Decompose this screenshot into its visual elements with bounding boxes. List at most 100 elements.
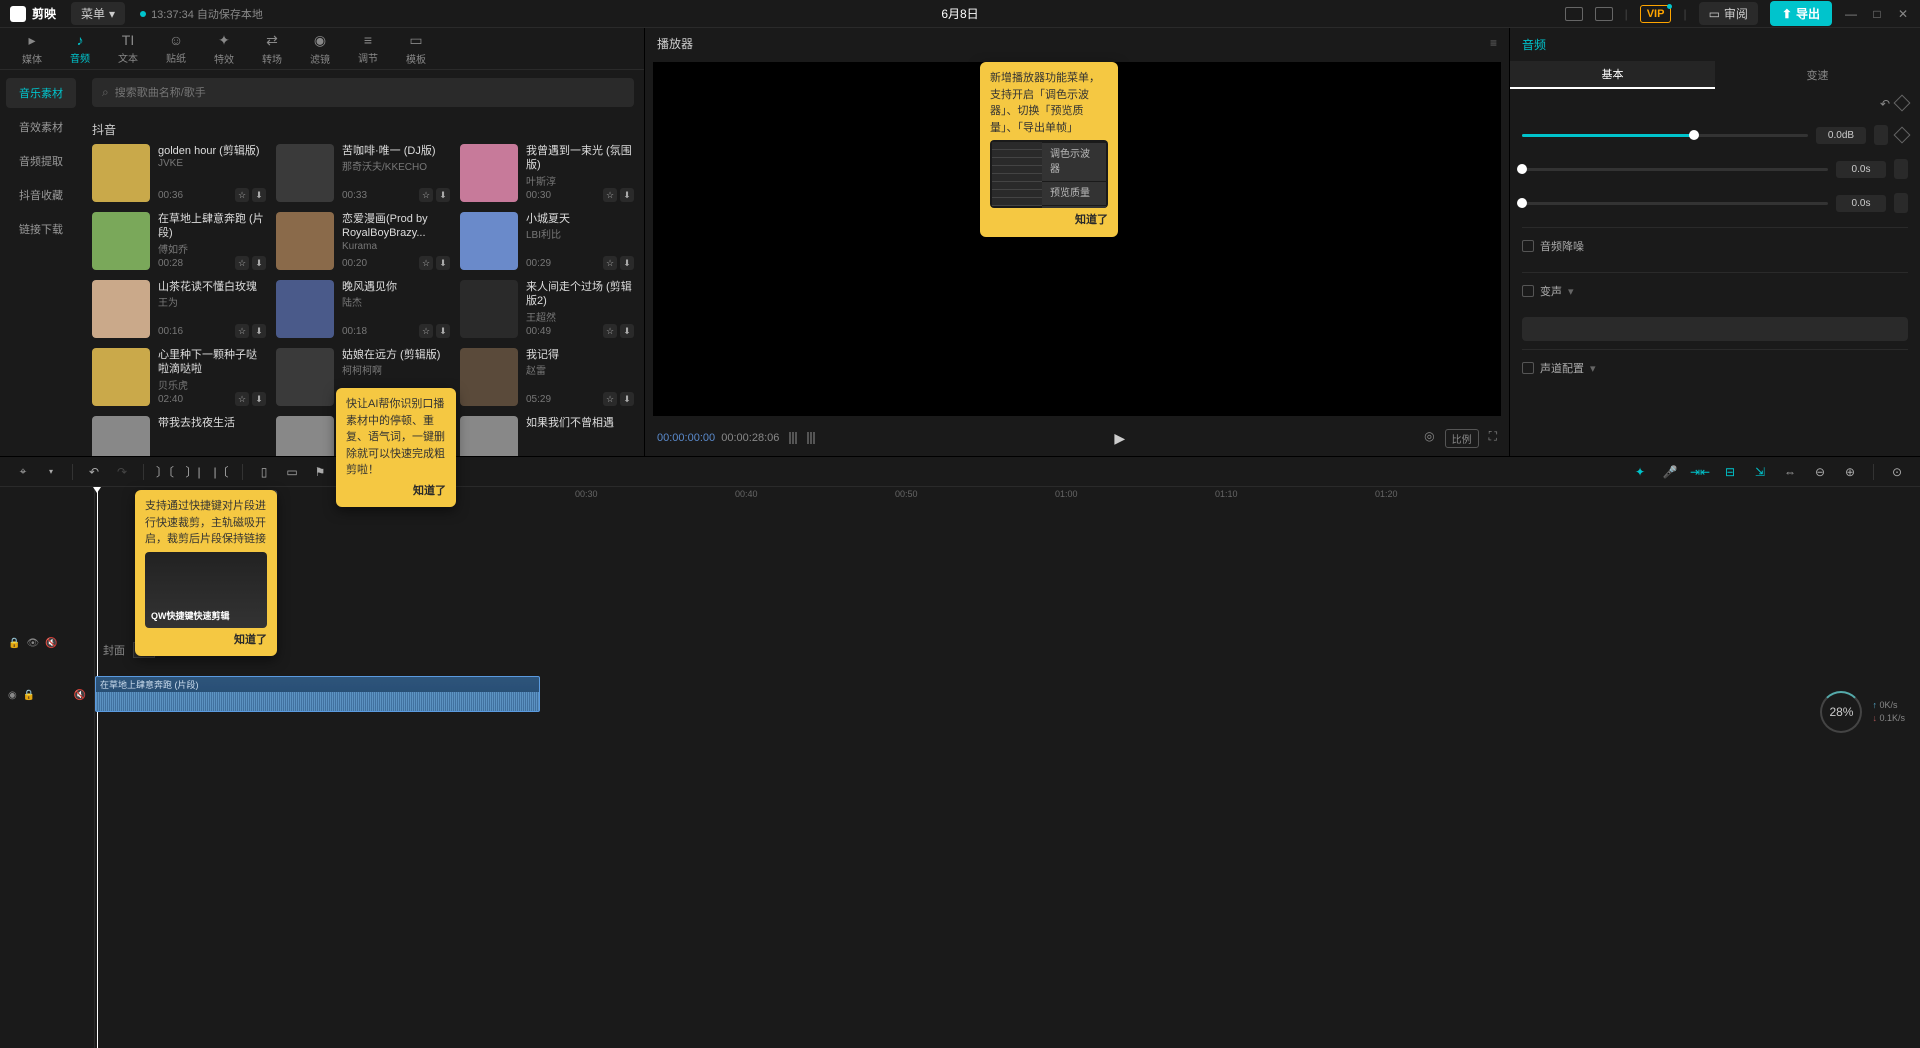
tooltip-dismiss-button[interactable]: 知道了: [145, 632, 267, 649]
split-tool[interactable]: 〕〔: [154, 461, 176, 483]
mode-tab-7[interactable]: ≡调节: [346, 28, 390, 69]
music-thumb[interactable]: [92, 348, 150, 406]
favorite-icon[interactable]: ☆: [419, 324, 433, 338]
search-input[interactable]: ⌕: [92, 78, 634, 107]
fadeout-slider[interactable]: [1522, 202, 1828, 205]
vol-keyframe-icon[interactable]: [1894, 127, 1911, 144]
mode-tab-1[interactable]: ♪音频: [58, 28, 102, 69]
sidebar-item[interactable]: 抖音收藏: [6, 180, 76, 210]
favorite-icon[interactable]: ☆: [235, 392, 249, 406]
music-card[interactable]: 晚风遇见你陆杰00:18☆⬇: [276, 280, 450, 338]
mode-tab-4[interactable]: ✦特效: [202, 28, 246, 70]
mode-tab-2[interactable]: TI文本: [106, 28, 150, 69]
mode-tab-6[interactable]: ◉滤镜: [298, 28, 342, 70]
undo-icon[interactable]: ↶: [1880, 97, 1890, 111]
split-left-tool[interactable]: 〕|: [182, 461, 204, 483]
fullscreen-icon[interactable]: ⛶: [1489, 429, 1497, 448]
download-icon[interactable]: ⬇: [436, 256, 450, 270]
tab-speed[interactable]: 变速: [1715, 61, 1920, 89]
zoom-out-icon[interactable]: ⊖: [1809, 461, 1831, 483]
view-mode-1-icon[interactable]: [789, 432, 797, 444]
sidebar-item[interactable]: 链接下载: [6, 214, 76, 244]
crop-tool[interactable]: ▭: [281, 461, 303, 483]
close-button[interactable]: ✕: [1896, 7, 1910, 21]
favorite-icon[interactable]: ☆: [235, 256, 249, 270]
music-thumb[interactable]: [92, 144, 150, 202]
mode-tab-5[interactable]: ⇄转场: [250, 28, 294, 70]
disc-icon[interactable]: ◉: [8, 690, 17, 701]
download-icon[interactable]: ⬇: [620, 392, 634, 406]
zoom-in-icon[interactable]: ⊕: [1839, 461, 1861, 483]
maximize-button[interactable]: □: [1870, 7, 1884, 21]
music-card[interactable]: 心里种下一颗种子哒啦滴哒啦贝乐虎02:40☆⬇: [92, 348, 266, 406]
music-card[interactable]: golden hour (剪辑版)JVKE00:36☆⬇: [92, 144, 266, 202]
audio-track-head[interactable]: ◉ 🔒 🔇: [0, 682, 94, 708]
vip-badge[interactable]: VIP: [1640, 5, 1672, 23]
fadein-stepper[interactable]: [1894, 159, 1908, 179]
search-field[interactable]: [115, 87, 624, 99]
music-thumb[interactable]: [92, 280, 150, 338]
favorite-icon[interactable]: ☆: [603, 392, 617, 406]
keyboard-icon[interactable]: [1565, 7, 1583, 21]
export-button[interactable]: ⬆导出: [1770, 1, 1832, 26]
mode-tab-3[interactable]: ☺贴纸: [154, 28, 198, 69]
favorite-icon[interactable]: ☆: [603, 324, 617, 338]
music-thumb[interactable]: [460, 416, 518, 456]
download-icon[interactable]: ⬇: [620, 324, 634, 338]
player-menu-icon[interactable]: ≡: [1490, 36, 1497, 50]
download-icon[interactable]: ⬇: [252, 256, 266, 270]
lock-icon[interactable]: 🔒: [23, 690, 35, 701]
mic-icon[interactable]: 🎤: [1659, 461, 1681, 483]
download-icon[interactable]: ⬇: [436, 324, 450, 338]
music-card[interactable]: 在草地上肆意奔跑 (片段)傅如乔00:28☆⬇: [92, 212, 266, 270]
download-icon[interactable]: ⬇: [436, 188, 450, 202]
layout-icon[interactable]: [1595, 7, 1613, 21]
download-icon[interactable]: ⬇: [620, 188, 634, 202]
play-button[interactable]: ▶: [1114, 430, 1125, 447]
download-icon[interactable]: ⬇: [252, 188, 266, 202]
pointer-dropdown[interactable]: ▾: [40, 461, 62, 483]
favorite-icon[interactable]: ☆: [603, 188, 617, 202]
noise-check[interactable]: [1522, 240, 1534, 252]
channel-section[interactable]: 声道配置▾: [1522, 349, 1908, 386]
align-4-icon[interactable]: ⇔: [1779, 461, 1801, 483]
align-3-icon[interactable]: ⇲: [1749, 461, 1771, 483]
music-thumb[interactable]: [460, 280, 518, 338]
safe-area-icon[interactable]: ◎: [1424, 429, 1434, 448]
mute-icon[interactable]: 🔇: [74, 690, 86, 701]
freeze-tool[interactable]: ▯: [253, 461, 275, 483]
favorite-icon[interactable]: ☆: [235, 188, 249, 202]
menu-button[interactable]: 菜单▾: [71, 2, 125, 25]
download-icon[interactable]: ⬇: [252, 324, 266, 338]
tooltip-dismiss-button[interactable]: 知道了: [346, 483, 446, 500]
voice-change-section[interactable]: 变声▾: [1522, 272, 1908, 309]
music-card[interactable]: 来人间走个过场 (剪辑版2)王超然00:49☆⬇: [460, 280, 634, 338]
view-mode-2-icon[interactable]: [807, 432, 815, 444]
video-track-head[interactable]: 🔒 👁 🔇: [0, 630, 94, 656]
favorite-icon[interactable]: ☆: [603, 256, 617, 270]
favorite-icon[interactable]: ☆: [419, 256, 433, 270]
download-icon[interactable]: ⬇: [252, 392, 266, 406]
tooltip-dismiss-button[interactable]: 知道了: [990, 212, 1108, 229]
eye-icon[interactable]: 👁: [26, 638, 39, 649]
music-thumb[interactable]: [460, 212, 518, 270]
music-thumb[interactable]: [276, 144, 334, 202]
music-thumb[interactable]: [276, 212, 334, 270]
mute-icon[interactable]: 🔇: [45, 638, 57, 649]
favorite-icon[interactable]: ☆: [419, 188, 433, 202]
music-card[interactable]: 小城夏天LBI利比00:29☆⬇: [460, 212, 634, 270]
pointer-tool[interactable]: ⌖: [12, 461, 34, 483]
fadein-slider[interactable]: [1522, 168, 1828, 171]
align-2-icon[interactable]: ⊟: [1719, 461, 1741, 483]
sidebar-item[interactable]: 音效素材: [6, 112, 76, 142]
undo-tool[interactable]: ↶: [83, 461, 105, 483]
music-card[interactable]: 带我去找夜生活☆⬇: [92, 416, 266, 456]
channel-check[interactable]: [1522, 362, 1534, 374]
zoom-fit-icon[interactable]: ⊙: [1886, 461, 1908, 483]
sidebar-item[interactable]: 音乐素材: [6, 78, 76, 108]
mode-tab-8[interactable]: ▭模板: [394, 28, 438, 70]
download-icon[interactable]: ⬇: [620, 256, 634, 270]
favorite-icon[interactable]: ☆: [235, 324, 249, 338]
music-thumb[interactable]: [276, 280, 334, 338]
music-card[interactable]: 恋爱漫画(Prod by RoyalBoyBrazy...Kurama00:20…: [276, 212, 450, 270]
